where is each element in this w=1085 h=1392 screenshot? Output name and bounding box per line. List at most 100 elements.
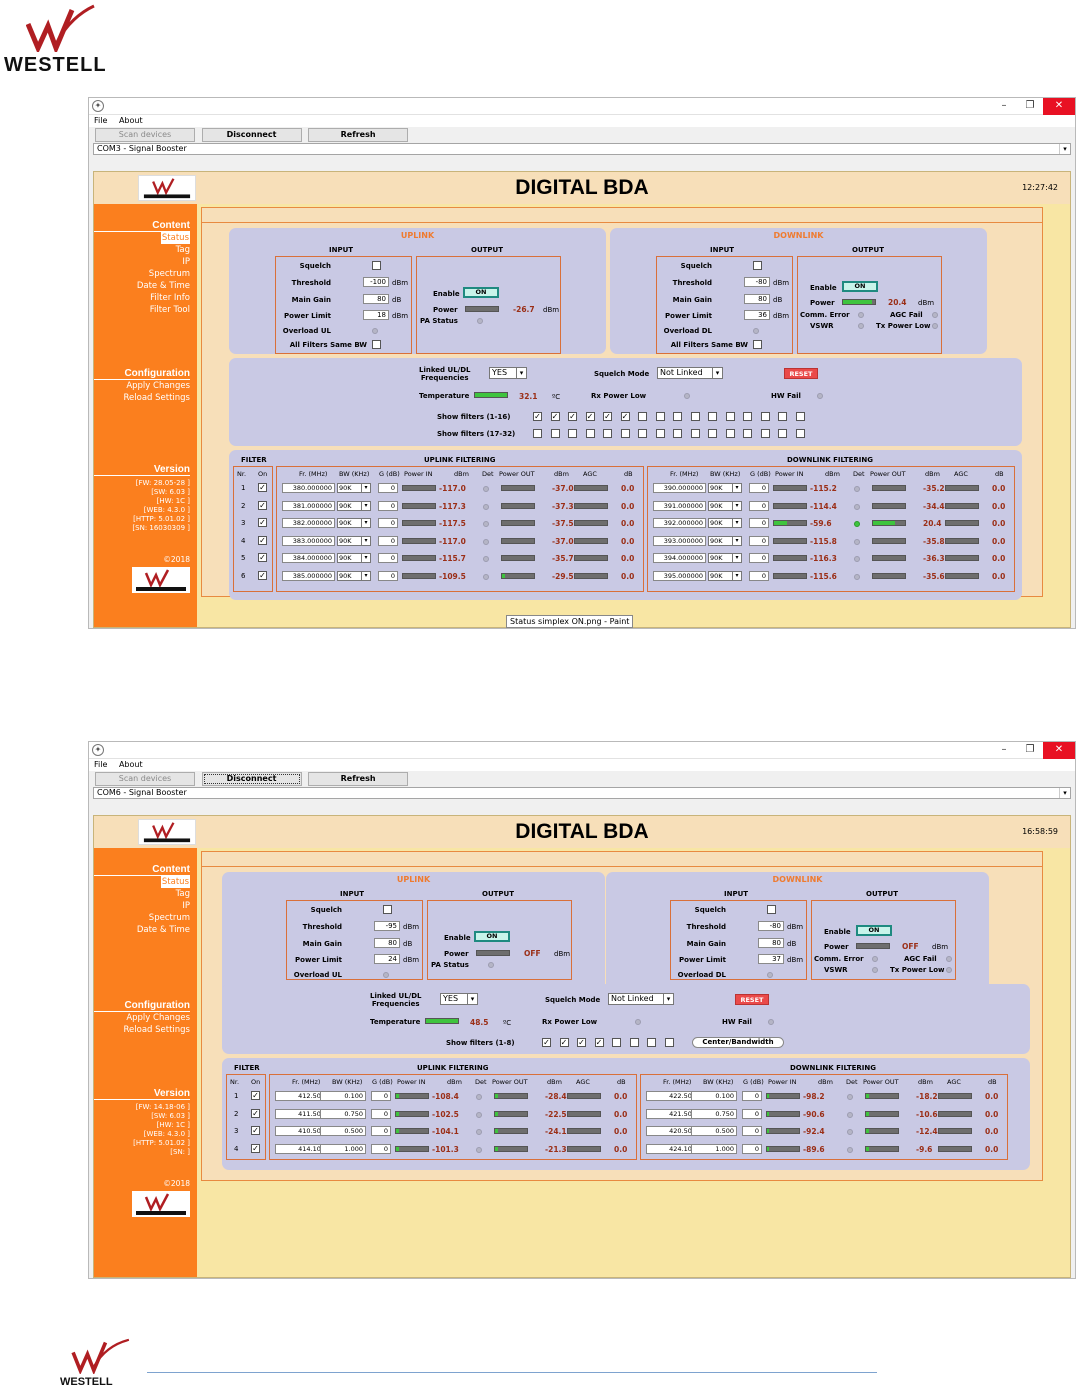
reset-button[interactable]: RESET xyxy=(784,368,818,379)
chevron-down-icon[interactable]: ▾ xyxy=(732,572,741,580)
chevron-down-icon[interactable]: ▾ xyxy=(361,501,370,510)
linked-select[interactable]: YES ▾ xyxy=(489,367,527,379)
bandwidth-select[interactable]: 90K ▾ xyxy=(708,535,742,546)
sidebar-item-spectrum[interactable]: Spectrum xyxy=(94,268,190,280)
main-gain-input[interactable]: 80 xyxy=(374,938,400,948)
show-filter-checkbox[interactable] xyxy=(568,429,577,438)
bandwidth-select[interactable]: 90K ▾ xyxy=(337,535,371,546)
sidebar-item-apply-changes[interactable]: Apply Changes xyxy=(94,380,190,392)
row-on-checkbox[interactable]: ✓ xyxy=(251,1108,260,1118)
bandwidth-select[interactable]: 90K ▾ xyxy=(708,571,742,581)
all-filters-checkbox[interactable] xyxy=(372,340,381,349)
scan-devices-button[interactable]: Scan devices xyxy=(95,128,195,142)
sidebar-item-spectrum[interactable]: Spectrum xyxy=(94,912,190,924)
row-on-checkbox[interactable]: ✓ xyxy=(251,1143,260,1153)
sidebar-item-status[interactable]: Status xyxy=(94,232,190,244)
show-filter-checkbox[interactable] xyxy=(708,429,717,438)
device-select[interactable]: COM6 - Signal Booster ▾ xyxy=(93,787,1071,799)
frequency-input[interactable]: 383.000000 xyxy=(282,535,335,546)
chevron-down-icon[interactable]: ▾ xyxy=(712,368,722,378)
bandwidth-select[interactable]: 90K ▾ xyxy=(337,483,371,493)
show-filter-checkbox[interactable] xyxy=(629,1038,639,1047)
power-limit-input[interactable]: 18 xyxy=(363,310,389,320)
chevron-down-icon[interactable]: ▾ xyxy=(361,484,370,492)
frequency-input[interactable]: 393.000000 xyxy=(653,535,706,546)
show-filter-checkbox[interactable] xyxy=(760,412,770,421)
gain-input[interactable]: 0 xyxy=(749,483,769,493)
menu-about[interactable]: About xyxy=(119,760,143,769)
bandwidth-input[interactable]: 0.100 xyxy=(320,1091,366,1101)
restore-button[interactable]: ❐ xyxy=(1017,98,1043,115)
minimize-button[interactable]: – xyxy=(991,742,1017,759)
main-gain-input[interactable]: 80 xyxy=(744,294,770,304)
show-filter-checkbox[interactable] xyxy=(655,429,665,438)
chevron-down-icon[interactable]: ▾ xyxy=(361,554,370,563)
gain-input[interactable]: 0 xyxy=(742,1143,762,1154)
squelch-mode-select[interactable]: Not Linked ▾ xyxy=(608,993,674,1005)
gain-input[interactable]: 0 xyxy=(378,535,398,546)
threshold-input[interactable]: -95 xyxy=(374,921,400,931)
sidebar-item-tag[interactable]: Tag xyxy=(94,244,190,256)
restore-button[interactable]: ❐ xyxy=(1017,742,1043,759)
sidebar-item-reload-settings[interactable]: Reload Settings xyxy=(94,1024,191,1036)
show-filter-checkbox[interactable]: ✓ xyxy=(603,412,612,421)
refresh-button[interactable]: Refresh xyxy=(308,772,409,786)
show-filter-checkbox[interactable] xyxy=(743,412,752,421)
bandwidth-select[interactable]: 90K ▾ xyxy=(337,500,371,511)
chevron-down-icon[interactable]: ▾ xyxy=(663,994,673,1004)
chevron-down-icon[interactable]: ▾ xyxy=(361,519,370,528)
show-filter-checkbox[interactable] xyxy=(533,429,542,438)
show-filter-checkbox[interactable] xyxy=(690,429,700,438)
bandwidth-input[interactable]: 0.500 xyxy=(320,1126,366,1137)
show-filter-checkbox[interactable] xyxy=(585,429,595,438)
close-button[interactable]: ✕ xyxy=(1043,742,1075,759)
bandwidth-input[interactable]: 0.100 xyxy=(691,1091,737,1101)
frequency-input[interactable]: 394.000000 xyxy=(653,553,706,564)
frequency-input[interactable]: 390.000000 xyxy=(653,483,706,493)
scan-devices-button[interactable]: Scan devices xyxy=(95,772,195,786)
gain-input[interactable]: 0 xyxy=(378,571,398,581)
show-filter-checkbox[interactable] xyxy=(778,412,787,421)
squelch-checkbox[interactable] xyxy=(372,261,381,270)
bandwidth-select[interactable]: 90K ▾ xyxy=(708,553,742,564)
show-filter-checkbox[interactable] xyxy=(795,412,805,421)
show-filter-checkbox[interactable] xyxy=(673,412,682,421)
enable-toggle[interactable]: ON xyxy=(842,281,878,292)
bandwidth-input[interactable]: 0.500 xyxy=(691,1126,737,1137)
sidebar-item-filter-info[interactable]: Filter Info xyxy=(94,292,190,304)
disconnect-button[interactable]: Disconnect xyxy=(201,772,302,786)
row-on-checkbox[interactable]: ✓ xyxy=(258,571,267,580)
show-filter-checkbox[interactable]: ✓ xyxy=(577,1038,586,1047)
bandwidth-select[interactable]: 90K ▾ xyxy=(708,483,742,493)
menu-about[interactable]: About xyxy=(119,116,143,125)
menu-file[interactable]: File xyxy=(94,116,107,125)
chevron-down-icon[interactable]: ▾ xyxy=(732,519,741,528)
show-filter-checkbox[interactable] xyxy=(725,429,735,438)
chevron-down-icon[interactable]: ▾ xyxy=(732,554,741,563)
chevron-down-icon[interactable]: ▾ xyxy=(361,572,370,580)
minimize-button[interactable]: – xyxy=(991,98,1017,115)
bandwidth-select[interactable]: 90K ▾ xyxy=(708,518,742,529)
show-filter-checkbox[interactable] xyxy=(673,429,682,438)
show-filter-checkbox[interactable] xyxy=(550,429,560,438)
enable-toggle[interactable]: ON xyxy=(474,931,510,942)
show-filter-checkbox[interactable]: ✓ xyxy=(594,1038,604,1047)
gain-input[interactable]: 0 xyxy=(371,1143,391,1154)
frequency-input[interactable]: 380.000000 xyxy=(282,483,335,493)
show-filter-checkbox[interactable]: ✓ xyxy=(559,1038,569,1047)
show-filter-checkbox[interactable] xyxy=(778,429,787,438)
frequency-input[interactable]: 384.000000 xyxy=(282,553,335,564)
sidebar-item-ip[interactable]: IP xyxy=(94,900,190,912)
show-filter-checkbox[interactable]: ✓ xyxy=(542,1038,551,1047)
chevron-down-icon[interactable]: ▾ xyxy=(1059,144,1070,154)
squelch-checkbox[interactable] xyxy=(753,261,762,270)
sidebar-item-tag[interactable]: Tag xyxy=(94,888,190,900)
gain-input[interactable]: 0 xyxy=(371,1126,391,1137)
device-select[interactable]: COM3 - Signal Booster ▾ xyxy=(93,143,1071,155)
disconnect-button[interactable]: Disconnect xyxy=(201,128,302,142)
chevron-down-icon[interactable]: ▾ xyxy=(467,994,477,1004)
chevron-down-icon[interactable]: ▾ xyxy=(361,536,370,545)
all-filters-checkbox[interactable] xyxy=(753,340,762,349)
gain-input[interactable]: 0 xyxy=(378,483,398,493)
show-filter-checkbox[interactable]: ✓ xyxy=(585,412,595,421)
